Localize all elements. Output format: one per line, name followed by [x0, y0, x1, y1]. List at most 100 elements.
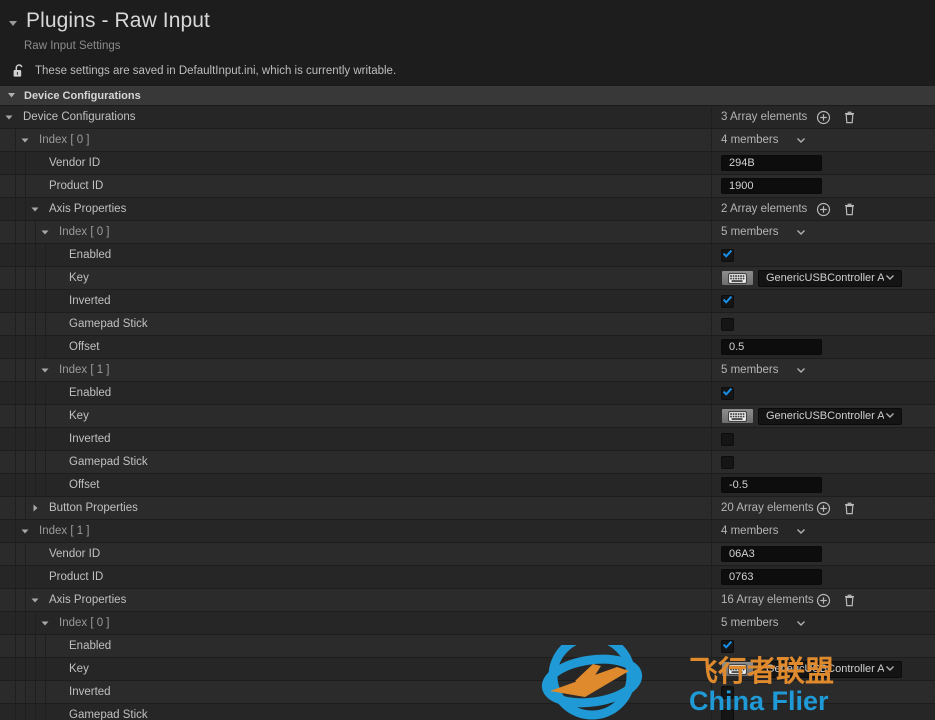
plus-circle-icon[interactable] — [816, 110, 831, 125]
property-row[interactable]: Index [ 1 ] 5 members — [0, 359, 935, 382]
property-row[interactable]: Vendor ID 294B — [0, 152, 935, 175]
twisty-placeholder — [48, 474, 62, 496]
property-label: Gamepad Stick — [69, 709, 148, 720]
chevron-down-icon[interactable] — [795, 525, 807, 537]
twisty-placeholder — [48, 313, 62, 335]
indent-guide — [16, 681, 26, 703]
property-row[interactable]: Offset 0.5 — [0, 336, 935, 359]
caret-down-icon[interactable] — [6, 16, 20, 30]
trash-icon[interactable] — [842, 202, 857, 217]
property-row[interactable]: Axis Properties 16 Array elements — [0, 589, 935, 612]
property-row[interactable]: Inverted — [0, 290, 935, 313]
value-input[interactable]: 1900 — [721, 178, 822, 194]
property-row[interactable]: Button Properties 20 Array elements — [0, 497, 935, 520]
value-checkbox[interactable] — [721, 455, 734, 469]
trash-icon[interactable] — [842, 593, 857, 608]
property-row[interactable]: Offset -0.5 — [0, 474, 935, 497]
indent-guide — [26, 359, 36, 381]
property-value-cell: 5 members — [711, 612, 935, 634]
property-row[interactable]: Product ID 0763 — [0, 566, 935, 589]
chevron-down-icon[interactable] — [795, 617, 807, 629]
chevron-down-icon[interactable] — [795, 226, 807, 238]
value-input[interactable]: 06A3 — [721, 546, 822, 562]
chevron-down-icon — [884, 271, 896, 286]
value-checkbox[interactable] — [721, 639, 734, 653]
property-row[interactable]: Key GenericUSBController Axis 2 — [0, 405, 935, 428]
indent-guide — [26, 313, 36, 335]
trash-icon[interactable] — [842, 501, 857, 516]
chevron-down-icon[interactable] — [795, 364, 807, 376]
property-row[interactable]: Product ID 1900 — [0, 175, 935, 198]
value-input[interactable]: 0763 — [721, 569, 822, 585]
plus-circle-icon[interactable] — [816, 593, 831, 608]
property-value-cell: 5 members — [711, 221, 935, 243]
indent-guides — [0, 175, 26, 197]
property-row[interactable]: Inverted — [0, 681, 935, 704]
property-row[interactable]: Index [ 1 ] 4 members — [0, 520, 935, 543]
value-input[interactable]: -0.5 — [721, 477, 822, 493]
key-dropdown[interactable]: GenericUSBController Axis 1 — [758, 269, 902, 287]
property-label: Offset — [69, 479, 100, 491]
key-dropdown[interactable]: GenericUSBController Axis 3 — [758, 660, 902, 678]
plus-circle-icon[interactable] — [816, 202, 831, 217]
chevron-down-icon — [884, 662, 896, 677]
property-row[interactable]: Index [ 0 ] 4 members — [0, 129, 935, 152]
caret-down-icon[interactable] — [38, 221, 52, 243]
value-checkbox[interactable] — [721, 294, 734, 308]
twisty-placeholder — [48, 244, 62, 266]
keyboard-icon[interactable] — [721, 661, 754, 677]
caret-right-icon[interactable] — [28, 497, 42, 519]
property-row[interactable]: Axis Properties 2 Array elements — [0, 198, 935, 221]
value-input[interactable]: 294B — [721, 155, 822, 171]
property-row[interactable]: Gamepad Stick — [0, 313, 935, 336]
property-name-cell: Inverted — [0, 290, 711, 312]
property-value-cell — [711, 428, 935, 450]
caret-down-icon[interactable] — [18, 520, 32, 542]
value-checkbox[interactable] — [721, 386, 734, 400]
indent-guide — [0, 129, 16, 151]
keyboard-icon[interactable] — [721, 408, 754, 424]
property-name-cell: Vendor ID — [0, 543, 711, 565]
property-label: Inverted — [69, 433, 111, 445]
plus-circle-icon[interactable] — [816, 501, 831, 516]
property-row[interactable]: Enabled — [0, 244, 935, 267]
property-row[interactable]: Enabled — [0, 635, 935, 658]
value-checkbox[interactable] — [721, 708, 734, 720]
caret-down-icon[interactable] — [28, 589, 42, 611]
array-actions — [816, 593, 857, 608]
member-count: 5 members — [721, 617, 779, 629]
indent-guide — [0, 474, 16, 496]
caret-down-icon[interactable] — [38, 612, 52, 634]
property-row[interactable]: Inverted — [0, 428, 935, 451]
indent-guide — [0, 543, 16, 565]
property-row[interactable]: Key GenericUSBController Axis 1 — [0, 267, 935, 290]
caret-down-icon[interactable] — [38, 359, 52, 381]
chevron-down-icon — [884, 409, 896, 424]
property-row[interactable]: Gamepad Stick — [0, 451, 935, 474]
value-checkbox[interactable] — [721, 685, 734, 699]
property-row[interactable]: Enabled — [0, 382, 935, 405]
indent-guide — [26, 405, 36, 427]
indent-guide — [36, 336, 46, 358]
indent-guides — [0, 152, 26, 174]
trash-icon[interactable] — [842, 110, 857, 125]
value-checkbox[interactable] — [721, 248, 734, 262]
value-input[interactable]: 0.5 — [721, 339, 822, 355]
property-row[interactable]: Index [ 0 ] 5 members — [0, 612, 935, 635]
keyboard-icon[interactable] — [721, 270, 754, 286]
category-header-device-configurations[interactable]: Device Configurations — [0, 85, 935, 106]
property-row[interactable]: Gamepad Stick — [0, 704, 935, 720]
value-checkbox[interactable] — [721, 432, 734, 446]
key-dropdown[interactable]: GenericUSBController Axis 2 — [758, 407, 902, 425]
caret-down-icon[interactable] — [18, 129, 32, 151]
property-row[interactable]: Index [ 0 ] 5 members — [0, 221, 935, 244]
value-checkbox[interactable] — [721, 317, 734, 331]
property-row[interactable]: Vendor ID 06A3 — [0, 543, 935, 566]
caret-down-icon[interactable] — [2, 106, 16, 128]
property-row[interactable]: Device Configurations 3 Array elements — [0, 106, 935, 129]
chevron-down-icon[interactable] — [795, 134, 807, 146]
caret-down-icon[interactable] — [28, 198, 42, 220]
property-value-cell: 3 Array elements — [711, 106, 935, 128]
property-row[interactable]: Key GenericUSBController Axis 3 — [0, 658, 935, 681]
indent-guide — [0, 152, 16, 174]
